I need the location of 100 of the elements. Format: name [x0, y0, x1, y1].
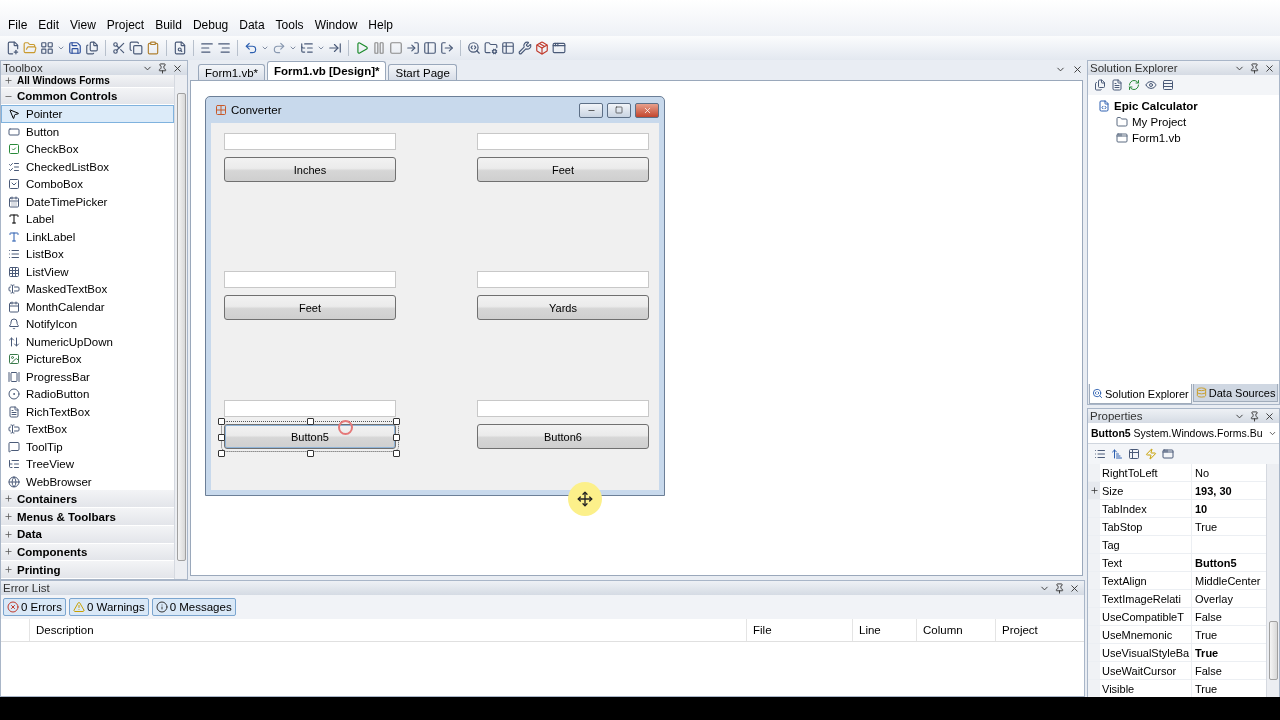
column-header[interactable]: Project: [995, 619, 1084, 641]
editor-tab[interactable]: Form1.vb*: [198, 64, 266, 80]
property-value[interactable]: Button5: [1192, 554, 1266, 571]
form-button[interactable]: Button5: [224, 424, 396, 449]
menu-item[interactable]: Debug: [188, 18, 236, 32]
toolbox-item[interactable]: TextBox: [1, 420, 174, 438]
property-value[interactable]: 10: [1192, 500, 1266, 517]
toolbox-item[interactable]: PictureBox: [1, 350, 174, 368]
form-button[interactable]: Feet: [477, 157, 649, 182]
tree-label: Form1.vb: [1132, 132, 1181, 144]
menu-item[interactable]: View: [66, 18, 103, 32]
toolbox-item[interactable]: NumericUpDown: [1, 332, 174, 351]
column-header[interactable]: File: [746, 619, 852, 641]
property-value[interactable]: False: [1192, 608, 1266, 625]
toolbox-item[interactable]: ProgressBar: [1, 367, 174, 386]
property-name: Size: [1100, 482, 1192, 499]
panel-tab[interactable]: Solution Explorer: [1089, 384, 1192, 404]
panel-title: Solution Explorer: [1090, 62, 1178, 74]
menu-item[interactable]: Edit: [34, 18, 67, 32]
item-label: DateTimePicker: [26, 195, 108, 208]
item-label: NumericUpDown: [26, 335, 113, 348]
toolbox-item[interactable]: DateTimePicker: [1, 192, 174, 211]
toolbox-item[interactable]: Label: [1, 210, 174, 228]
column-header[interactable]: Column: [916, 619, 995, 641]
toolbox-item[interactable]: CheckBox: [1, 140, 174, 158]
tree-item[interactable]: My Project: [1098, 114, 1279, 130]
object-name: Button5 System.Windows.Forms.Bu: [1091, 427, 1263, 439]
item-label: TextBox: [26, 423, 67, 436]
item-label: NotifyIcon: [26, 318, 78, 331]
toolbox-item[interactable]: MaskedTextBox: [1, 280, 174, 298]
property-value[interactable]: True: [1192, 644, 1266, 661]
property-value[interactable]: No: [1192, 464, 1266, 481]
property-name: TabStop: [1100, 518, 1192, 535]
editor-tab[interactable]: Form1.vb [Design]*: [267, 61, 387, 80]
tree-item[interactable]: Epic Calculator: [1098, 98, 1279, 114]
filter-button[interactable]: 0 Messages: [151, 598, 236, 616]
menu-item[interactable]: Window: [310, 18, 365, 32]
property-value[interactable]: Overlay: [1192, 590, 1266, 607]
toolbox-item[interactable]: MonthCalendar: [1, 297, 174, 316]
property-name: UseCompatibleT: [1100, 608, 1192, 625]
item-label: WebBrowser: [26, 475, 92, 488]
toolbox-item[interactable]: ListBox: [1, 245, 174, 263]
property-name: TabIndex: [1100, 500, 1192, 517]
menu-item[interactable]: File: [4, 18, 35, 32]
toolbox-item[interactable]: RadioButton: [1, 385, 174, 403]
form-button[interactable]: Inches: [224, 157, 396, 182]
property-value[interactable]: True: [1192, 680, 1266, 697]
item-label: CheckedListBox: [26, 160, 110, 173]
editor-tab[interactable]: Start Page: [388, 64, 457, 80]
property-value[interactable]: True: [1192, 626, 1266, 643]
menu-item[interactable]: Build: [151, 18, 189, 32]
form-title: Converter: [231, 104, 283, 116]
filter-button[interactable]: 0 Errors: [3, 598, 66, 616]
toolbox-item[interactable]: LinkLabel: [1, 227, 174, 246]
property-value[interactable]: MiddleCenter: [1192, 572, 1266, 589]
toolbox-group[interactable]: Printing: [1, 561, 174, 579]
form-button[interactable]: Button6: [477, 424, 649, 449]
menu-item[interactable]: Tools: [271, 18, 311, 32]
filter-button[interactable]: 0 Warnings: [68, 598, 149, 616]
item-label: TreeView: [26, 458, 74, 471]
item-label: Pointer: [26, 108, 63, 121]
property-value[interactable]: True: [1192, 518, 1266, 535]
column-header[interactable]: Line: [852, 619, 916, 641]
toolbox-group[interactable]: Containers: [1, 490, 174, 509]
toolbox-item[interactable]: NotifyIcon: [1, 315, 174, 333]
toolbox-group[interactable]: All Windows Forms: [1, 75, 174, 88]
toolbox-item[interactable]: ComboBox: [1, 175, 174, 193]
group-label: Printing: [17, 563, 61, 576]
toolbox-item[interactable]: ListView: [1, 262, 174, 281]
property-value[interactable]: 193, 30: [1192, 482, 1266, 499]
group-label: Components: [17, 545, 88, 558]
menu-item[interactable]: Data: [235, 18, 272, 32]
toolbox-item[interactable]: Pointer: [1, 105, 174, 123]
item-label: PictureBox: [26, 353, 82, 366]
tree-label: Epic Calculator: [1114, 100, 1198, 112]
menu-item[interactable]: Project: [102, 18, 152, 32]
toolbox-item[interactable]: RichTextBox: [1, 402, 174, 421]
group-label: Menus & Toolbars: [17, 510, 116, 523]
form-button[interactable]: Feet: [224, 295, 396, 320]
property-name: UseWaitCursor: [1100, 662, 1192, 679]
column-header[interactable]: Description: [29, 619, 746, 641]
toolbox-item[interactable]: TreeView: [1, 455, 174, 473]
property-value[interactable]: False: [1192, 662, 1266, 679]
toolbox-item[interactable]: ToolTip: [1, 437, 174, 456]
group-label: All Windows Forms: [17, 75, 110, 87]
panel-tab[interactable]: Data Sources: [1192, 384, 1279, 402]
item-label: Button: [26, 125, 60, 138]
panel-title: Toolbox: [3, 62, 43, 74]
toolbox-item[interactable]: CheckedListBox: [1, 157, 174, 176]
tree-label: My Project: [1132, 116, 1187, 128]
item-label: RadioButton: [26, 388, 90, 401]
item-label: ListBox: [26, 248, 64, 261]
form-button[interactable]: Yards: [477, 295, 649, 320]
menu-item[interactable]: Help: [364, 18, 400, 32]
property-name: RightToLeft: [1100, 464, 1192, 481]
tree-item[interactable]: Form1.vb: [1098, 130, 1279, 146]
toolbox-item[interactable]: WebBrowser: [1, 472, 174, 491]
toolbox-item[interactable]: Button: [1, 122, 174, 141]
toolbox-group[interactable]: Menus & Toolbars: [1, 508, 174, 526]
property-name: Tag: [1100, 536, 1192, 553]
